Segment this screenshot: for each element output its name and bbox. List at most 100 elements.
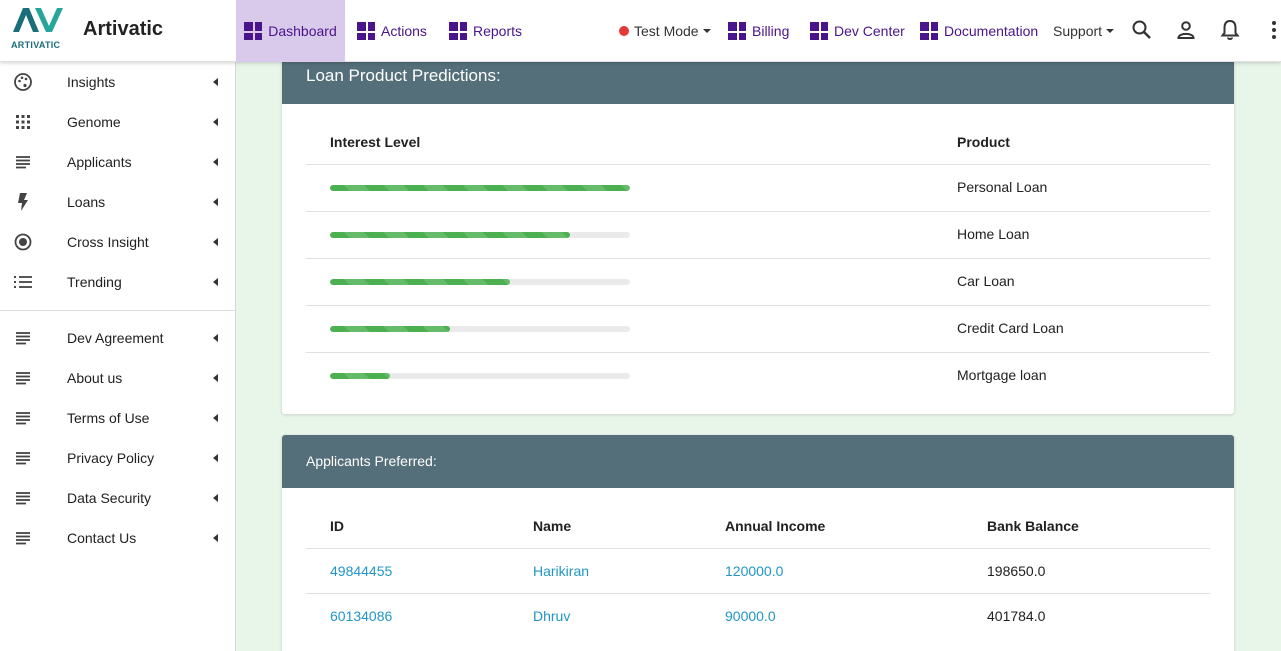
applicant-income-link[interactable]: 120000.0 [725, 563, 783, 579]
caret-left-icon [213, 198, 218, 206]
nav-actions[interactable]: Actions [357, 0, 427, 62]
caret-left-icon [213, 374, 218, 382]
lines-icon [13, 488, 33, 508]
nav-documentation[interactable]: Documentation [920, 0, 1038, 62]
row-divider [306, 305, 1210, 306]
card-title: Applicants Preferred: [306, 453, 437, 469]
column-header-product: Product [957, 134, 1010, 150]
caret-left-icon [213, 118, 218, 126]
nav-dashboard[interactable]: Dashboard [236, 0, 345, 62]
interest-bar [330, 326, 630, 332]
sidebar-item-genome[interactable]: Genome [0, 102, 236, 142]
support-dropdown[interactable]: Support [1053, 0, 1115, 62]
sidebar-item-terms-of-use[interactable]: Terms of Use [0, 398, 236, 438]
column-header-bank-balance: Bank Balance [987, 518, 1079, 534]
row-divider [306, 593, 1210, 594]
caret-left-icon [213, 414, 218, 422]
caret-left-icon [213, 454, 218, 462]
applicant-income-link[interactable]: 90000.0 [725, 608, 776, 624]
brand-name: Artivatic [83, 18, 164, 40]
nav-dev-center[interactable]: Dev Center [810, 0, 905, 62]
caret-left-icon [213, 158, 218, 166]
lines-icon [13, 368, 33, 388]
applicants-preferred-card: Applicants Preferred: ID Name Annual Inc… [282, 435, 1234, 651]
account-icon[interactable] [1174, 18, 1198, 42]
sidebar-item-cross-insight[interactable]: Cross Insight [0, 222, 236, 262]
sidebar-item-trending[interactable]: Trending [0, 262, 236, 302]
sidebar-item-dev-agreement[interactable]: Dev Agreement [0, 318, 236, 358]
row-divider [306, 352, 1210, 353]
sidebar-item-about-us[interactable]: About us [0, 358, 236, 398]
sidebar-item-applicants[interactable]: Applicants [0, 142, 236, 182]
lines-icon [13, 408, 33, 428]
row-divider [306, 548, 1210, 549]
test-mode-dropdown[interactable]: Test Mode [619, 0, 711, 62]
sidebar-divider [0, 310, 236, 311]
top-bar: ARTIVATIC Artivatic Dashboard Actions Re… [0, 0, 1281, 62]
artivatic-logo: ARTIVATIC [10, 6, 64, 50]
interest-bar-fill [330, 326, 450, 332]
dashboard-icon [449, 22, 467, 40]
nav-billing[interactable]: Billing [728, 0, 789, 62]
applicant-name-link[interactable]: Dhruv [533, 608, 570, 624]
dashboard-icon [810, 22, 828, 40]
row-divider [306, 258, 1210, 259]
dashboard-icon [728, 22, 746, 40]
product-name: Credit Card Loan [957, 320, 1064, 336]
sidebar: Insights Genome Applicants Loans Cross I… [0, 62, 236, 651]
loan-predictions-card: Loan Product Predictions: Interest Level… [282, 50, 1234, 414]
sidebar-item-data-security[interactable]: Data Security [0, 478, 236, 518]
notifications-icon[interactable] [1218, 18, 1242, 42]
product-name: Personal Loan [957, 179, 1048, 195]
card-title: Loan Product Predictions: [306, 66, 501, 85]
interest-bar [330, 232, 630, 238]
product-name: Mortgage loan [957, 367, 1047, 383]
apps-grid-icon [13, 112, 33, 132]
caret-left-icon [213, 334, 218, 342]
lines-icon [13, 528, 33, 548]
brand[interactable]: ARTIVATIC Artivatic [0, 0, 236, 62]
applicant-name-link[interactable]: Harikiran [533, 563, 589, 579]
caret-down-icon [1106, 29, 1115, 33]
dashboard-icon [357, 22, 375, 40]
interest-bar-fill [330, 373, 390, 379]
caret-left-icon [213, 238, 218, 246]
applicant-balance: 198650.0 [987, 563, 1046, 579]
caret-left-icon [213, 278, 218, 286]
lines-icon [13, 152, 33, 172]
caret-down-icon [702, 29, 711, 33]
interest-bar [330, 185, 630, 191]
sidebar-item-privacy-policy[interactable]: Privacy Policy [0, 438, 236, 478]
palette-icon [13, 72, 33, 92]
logo-text: ARTIVATIC [11, 40, 61, 50]
row-divider [306, 211, 1210, 212]
radio-target-icon [13, 232, 33, 252]
interest-bar-fill [330, 232, 570, 238]
dashboard-icon [244, 22, 263, 40]
caret-left-icon [213, 534, 218, 542]
applicant-balance: 401784.0 [987, 608, 1046, 624]
column-header-id: ID [330, 518, 344, 534]
list-icon [13, 272, 33, 292]
sidebar-item-contact-us[interactable]: Contact Us [0, 518, 236, 558]
column-header-name: Name [533, 518, 572, 534]
interest-bar-fill [330, 279, 510, 285]
product-name: Car Loan [957, 273, 1015, 289]
more-vert-icon[interactable] [1262, 18, 1278, 42]
search-icon[interactable] [1130, 18, 1154, 42]
interest-bar-fill [330, 185, 630, 191]
applicant-id-link[interactable]: 49844455 [330, 563, 392, 579]
status-dot-icon [619, 26, 629, 36]
row-divider [306, 164, 1210, 165]
dashboard-icon [920, 22, 938, 40]
nav-reports[interactable]: Reports [449, 0, 522, 62]
bolt-icon [13, 192, 33, 212]
product-name: Home Loan [957, 226, 1030, 242]
sidebar-item-insights[interactable]: Insights [0, 62, 236, 102]
applicant-id-link[interactable]: 60134086 [330, 608, 392, 624]
column-header-interest-level: Interest Level [330, 134, 421, 150]
lines-icon [13, 448, 33, 468]
sidebar-item-loans[interactable]: Loans [0, 182, 236, 222]
caret-left-icon [213, 494, 218, 502]
interest-bar [330, 373, 630, 379]
